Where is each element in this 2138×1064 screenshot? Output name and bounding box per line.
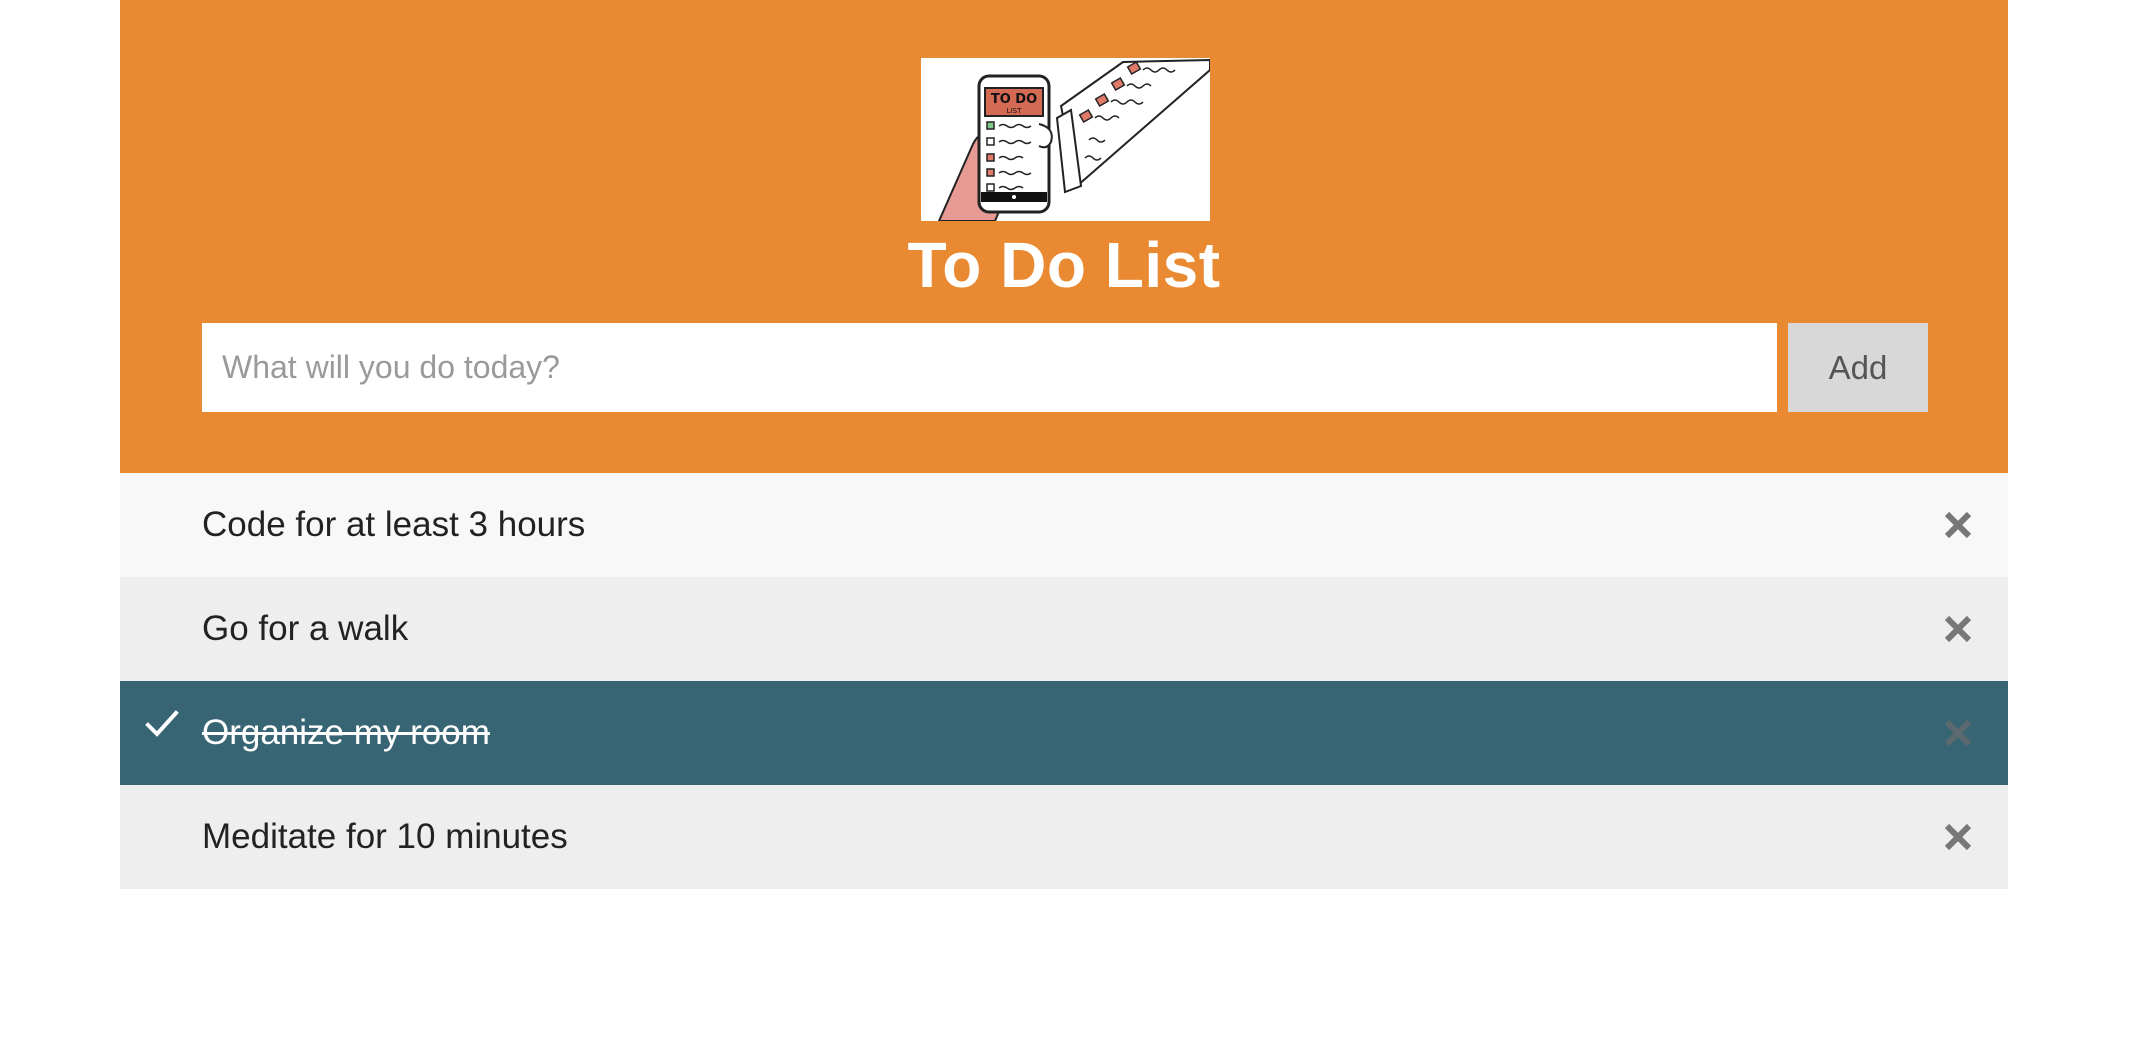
check-icon <box>142 705 182 745</box>
task-text: Organize my room <box>202 713 490 752</box>
todo-logo-image: TO DO LIST <box>921 58 1210 221</box>
task-list: Code for at least 3 hours Go for a walk … <box>120 473 2008 889</box>
close-icon[interactable] <box>1934 813 1982 861</box>
page-title: To Do List <box>907 229 1221 301</box>
add-task-form: Add <box>202 323 1928 412</box>
todo-app: TO DO LIST To Do List What will you do t… <box>120 0 2008 889</box>
list-item[interactable]: Meditate for 10 minutes <box>120 785 2008 889</box>
svg-text:LIST: LIST <box>1007 107 1022 115</box>
task-text: Meditate for 10 minutes <box>202 817 568 856</box>
close-icon[interactable] <box>1934 501 1982 549</box>
task-input[interactable] <box>202 323 1777 412</box>
header: TO DO LIST To Do List What will you do t… <box>120 0 2008 473</box>
list-item-checked[interactable]: Organize my room <box>120 681 2008 785</box>
close-icon[interactable] <box>1934 605 1982 653</box>
list-item[interactable]: Go for a walk <box>120 577 2008 681</box>
task-text: Code for at least 3 hours <box>202 505 586 544</box>
close-icon[interactable] <box>1934 709 1982 757</box>
svg-text:TO DO: TO DO <box>991 92 1037 107</box>
list-item[interactable]: Code for at least 3 hours <box>120 473 2008 577</box>
add-button[interactable]: Add <box>1788 323 1928 412</box>
task-text: Go for a walk <box>202 609 409 648</box>
